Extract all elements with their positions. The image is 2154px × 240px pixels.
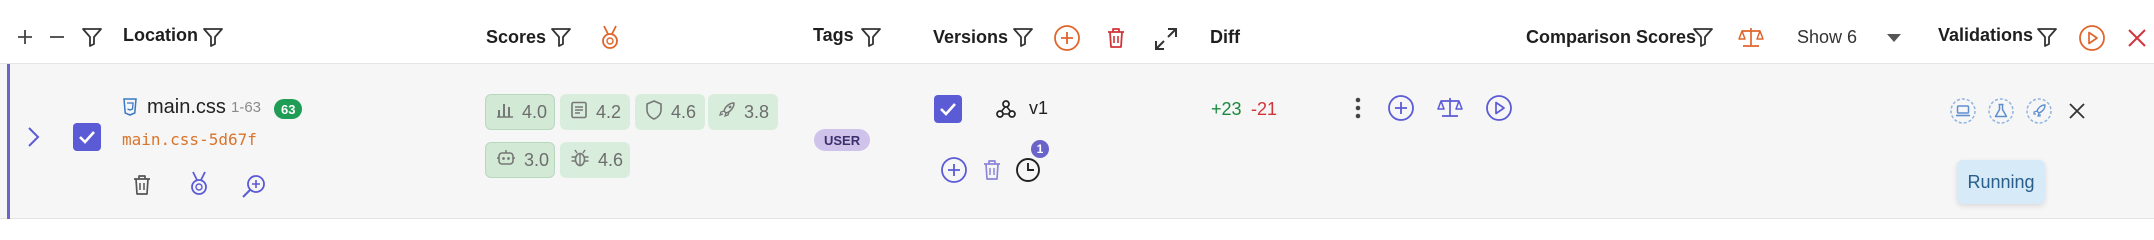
score-value: 3.0: [524, 149, 550, 170]
file-hash: main.css-5d67f: [122, 130, 257, 149]
validation-laptop-icon[interactable]: [1949, 97, 1977, 125]
more-vertical-icon[interactable]: [1348, 94, 1368, 122]
user-tag[interactable]: USER: [814, 129, 871, 151]
comparison-scores-column-header: Comparison Scores: [1526, 27, 1697, 47]
show-count-select[interactable]: Show 6: [1797, 27, 1857, 48]
score-value: 4.6: [598, 149, 624, 170]
file-name[interactable]: main.css: [147, 96, 226, 119]
bug-icon: [570, 148, 590, 173]
add-comparison-icon[interactable]: [1387, 94, 1415, 122]
score-chip-performance[interactable]: 3.8: [708, 94, 778, 130]
webhook-icon: [995, 98, 1017, 120]
delete-versions-icon[interactable]: [1104, 25, 1128, 51]
scores-column-header: Scores: [486, 27, 547, 47]
validation-status-tooltip: Running: [1957, 160, 2045, 204]
validation-flask-icon[interactable]: [1987, 97, 2015, 125]
trash-icon[interactable]: [130, 172, 154, 198]
expand-diagonal-icon[interactable]: [1152, 25, 1180, 53]
zoom-in-icon[interactable]: [240, 172, 268, 200]
document-icon: [570, 101, 588, 124]
file-line-range: 1-63: [231, 99, 262, 116]
history-count-badge: 1: [1031, 140, 1049, 158]
score-chip-automation[interactable]: 3.0: [485, 142, 555, 178]
diff-removed: -21: [1251, 99, 1278, 119]
version-checkbox[interactable]: [934, 95, 962, 123]
score-value: 3.8: [744, 101, 770, 122]
dismiss-icon[interactable]: [2065, 99, 2089, 123]
bar-chart-icon: [496, 101, 514, 124]
add-version-icon[interactable]: [940, 156, 968, 184]
robot-icon: [496, 149, 516, 172]
diff-added: +23: [1211, 99, 1242, 119]
validations-filter-icon[interactable]: [2035, 25, 2059, 49]
score-value: 4.2: [596, 101, 622, 122]
score-chip-security[interactable]: 4.6: [635, 94, 705, 130]
row-selected-indicator: [7, 64, 10, 219]
score-chip-documentation[interactable]: 4.2: [560, 94, 630, 130]
location-filter-icon[interactable]: [201, 25, 225, 49]
collapse-all-minus-icon[interactable]: [46, 26, 68, 48]
comparison-filter-icon[interactable]: [1691, 25, 1715, 49]
validations-column-header: Validations: [1938, 25, 2034, 45]
scale-balance-icon[interactable]: [1737, 24, 1765, 52]
score-chip-bugs[interactable]: 4.6: [560, 142, 630, 178]
location-column-header: Location: [123, 25, 198, 45]
table-row[interactable]: main.css 1-63 63 main.css-5d67f 4.0 4.2 …: [0, 64, 2154, 219]
add-version-icon[interactable]: [1053, 24, 1081, 52]
delete-version-icon[interactable]: [980, 157, 1004, 183]
scale-balance-icon[interactable]: [1435, 94, 1465, 122]
versions-column-header: Versions: [933, 27, 1009, 47]
validation-rocket-icon[interactable]: [2025, 97, 2053, 125]
medal-icon[interactable]: [186, 170, 212, 198]
rocket-icon: [718, 101, 736, 124]
diff-column-header: Diff: [1210, 27, 1240, 47]
table-header: Location Scores Tags Versions Diff Compa…: [0, 0, 2154, 64]
line-count-badge: 63: [274, 99, 303, 119]
scores-filter-icon[interactable]: [549, 25, 573, 49]
expand-all-plus-icon[interactable]: [14, 26, 36, 48]
score-value: 4.0: [522, 101, 548, 122]
chevron-right-icon[interactable]: [24, 123, 44, 151]
history-icon[interactable]: [1014, 156, 1042, 184]
run-comparison-icon[interactable]: [1485, 94, 1513, 122]
chevron-down-icon[interactable]: [1884, 31, 1904, 45]
tags-filter-icon[interactable]: [859, 25, 883, 49]
medal-icon[interactable]: [597, 24, 623, 52]
score-chip-quality[interactable]: 4.0: [485, 94, 555, 130]
close-icon[interactable]: [2124, 25, 2150, 51]
row-checkbox[interactable]: [73, 123, 101, 151]
score-value: 4.6: [671, 101, 697, 122]
versions-filter-icon[interactable]: [1011, 25, 1035, 49]
version-label[interactable]: v1: [1029, 98, 1048, 119]
tags-column-header: Tags: [813, 25, 854, 45]
shield-icon: [645, 99, 663, 125]
run-validations-icon[interactable]: [2078, 24, 2106, 52]
filter-icon[interactable]: [80, 25, 104, 49]
css-file-icon: [121, 97, 139, 117]
